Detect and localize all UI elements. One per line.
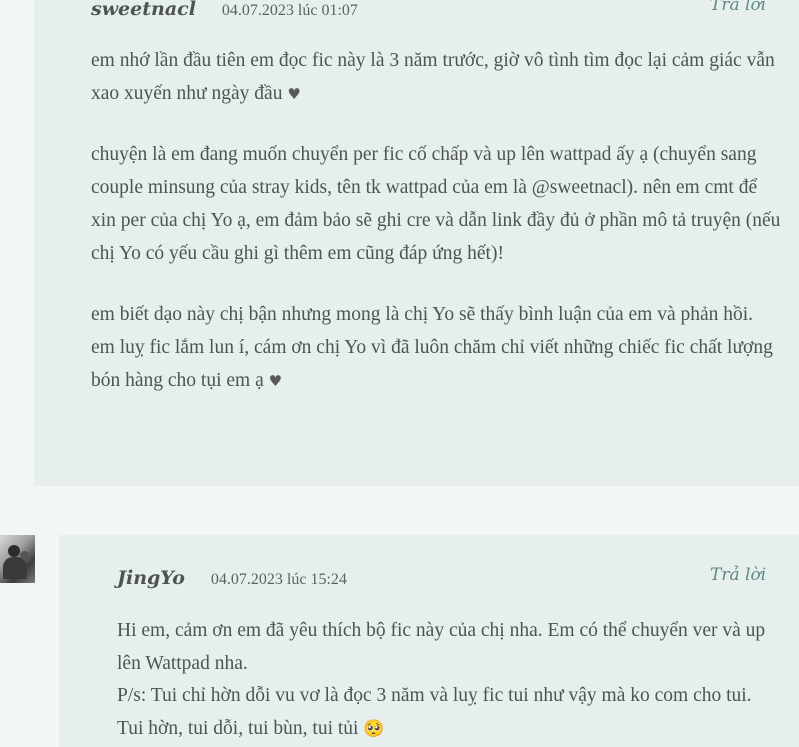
heart-icon: ♥ [287,84,301,103]
comment-paragraph: em nhớ lần đầu tiên em đọc fic này là 3 … [91,50,775,104]
comment-date: 04.07.2023 lúc 01:07 [221,2,358,19]
reply-comment-card: JingYo 04.07.2023 lúc 15:24 Trả lời Hi e… [59,535,799,747]
pleading-face-icon: 🥺 [363,719,385,740]
comment-body: em nhớ lần đầu tiên em đọc fic này là 3 … [91,45,781,397]
comment-body: Hi em, cảm ơn em đã yêu thích bộ fic này… [117,615,777,746]
avatar[interactable] [0,535,35,583]
heart-icon: ♥ [268,371,283,390]
comment-author[interactable]: JingYo [117,567,185,589]
comment-meta: sweetnacl 04.07.2023 lúc 01:07 [91,0,358,20]
comment-paragraph: P/s: Tui chỉ hờn dỗi vu vơ là đọc 3 năm … [117,685,752,740]
comment-paragraph: chuyện là em đang muốn chuyển per fic cố… [91,144,781,264]
reply-link[interactable]: Trả lời [710,565,766,585]
reply-link[interactable]: Trả lời [710,0,766,15]
comment-meta: JingYo 04.07.2023 lúc 15:24 [117,567,347,589]
comment-paragraph: Hi em, cảm ơn em đã yêu thích bộ fic này… [117,620,766,674]
comment-author[interactable]: sweetnacl [91,0,196,20]
comment-date: 04.07.2023 lúc 15:24 [210,571,347,588]
comment-paragraph: em biết dạo này chị bận nhưng mong là ch… [91,304,773,391]
comment-card: sweetnacl 04.07.2023 lúc 01:07 Trả lời e… [34,0,799,486]
